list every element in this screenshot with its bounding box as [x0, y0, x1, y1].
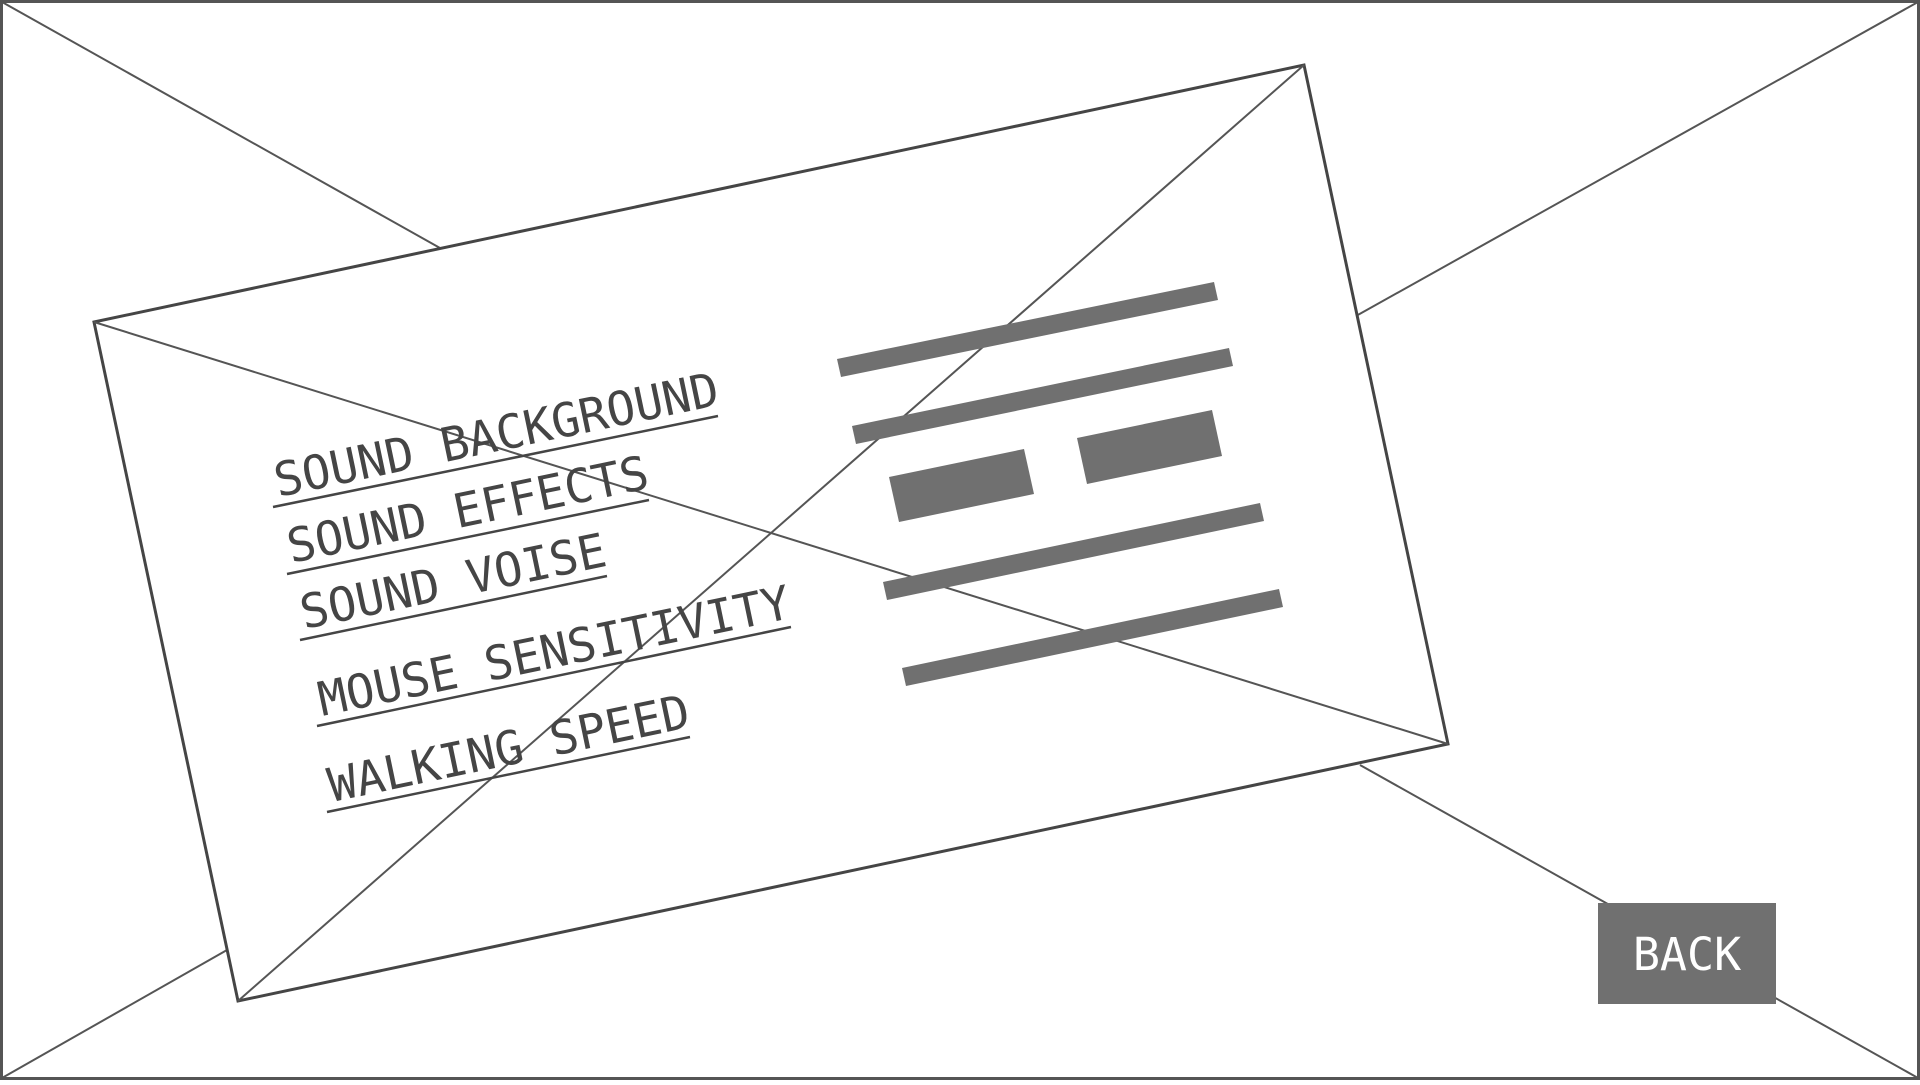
- settings-screen: SOUND BACKGROUND SOUND EFFECTS SOUND VOI…: [0, 0, 1920, 1080]
- settings-panel: SOUND BACKGROUND SOUND EFFECTS SOUND VOI…: [92, 63, 1450, 1003]
- back-button-label: BACK: [1633, 928, 1741, 981]
- back-button[interactable]: BACK: [1598, 903, 1776, 1004]
- background-diagonal-bottom-left: [1, 949, 228, 1079]
- background-diagonal-top-left: [1, 1, 441, 249]
- wireframe-canvas: SOUND BACKGROUND SOUND EFFECTS SOUND VOI…: [0, 0, 1920, 1080]
- background-diagonal-top-right: [1355, 1, 1919, 317]
